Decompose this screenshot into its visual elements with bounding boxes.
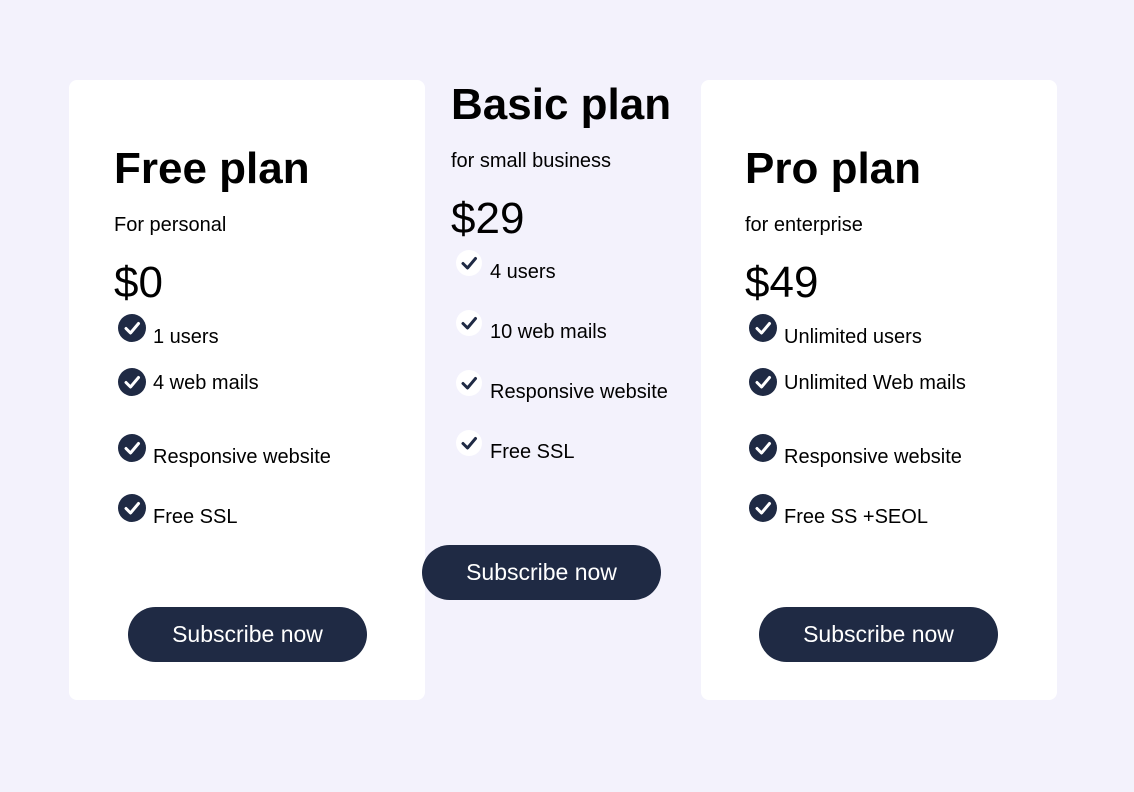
feature-text: 4 web mails	[153, 372, 259, 394]
plan-title: Free plan	[114, 144, 310, 193]
check-circle-icon	[118, 368, 146, 396]
check-circle-icon	[118, 314, 146, 342]
check-circle-icon	[456, 430, 482, 456]
feature-text: 1 users	[153, 326, 219, 348]
check-circle-icon	[118, 434, 146, 462]
feature-text: Free SS +SEOL	[784, 506, 928, 528]
feature-text: Unlimited users	[784, 326, 922, 348]
plan-price: $29	[451, 194, 525, 243]
plan-title: Pro plan	[745, 144, 922, 193]
check-circle-icon	[749, 434, 777, 462]
plan-subtitle: For personal	[114, 214, 227, 236]
plan-content-basic: Basic plan for small business $29 4 user…	[451, 80, 701, 463]
plan-card-pro: Pro plan for enterprise $49 Unlimited us…	[701, 80, 1057, 700]
feature-text: 4 users	[490, 261, 556, 283]
subscribe-button-pro[interactable]: Subscribe now	[759, 607, 998, 662]
plan-subtitle: for small business	[451, 150, 612, 172]
plan-title: Basic plan	[451, 80, 672, 129]
feature-text: Responsive website	[153, 446, 331, 468]
check-circle-icon	[749, 368, 777, 396]
subscribe-button-free[interactable]: Subscribe now	[128, 607, 367, 662]
plan-subtitle: for enterprise	[745, 214, 863, 236]
plan-content-free: Free plan For personal $0 1 users 4 web …	[114, 144, 414, 528]
feature-text: Responsive website	[490, 381, 668, 403]
plan-price: $0	[114, 258, 163, 307]
feature-text: 10 web mails	[490, 321, 607, 343]
check-circle-icon	[456, 250, 482, 276]
check-circle-icon	[118, 494, 146, 522]
feature-text: Free SSL	[490, 441, 575, 463]
subscribe-button-basic[interactable]: Subscribe now	[422, 545, 661, 600]
feature-text: Unlimited Web mails	[784, 372, 966, 394]
check-circle-icon	[456, 310, 482, 336]
check-circle-icon	[749, 494, 777, 522]
feature-text: Free SSL	[153, 506, 238, 528]
feature-text: Responsive website	[784, 446, 962, 468]
plan-price: $49	[745, 258, 819, 307]
plan-card-free: Free plan For personal $0 1 users 4 web …	[69, 80, 425, 700]
check-circle-icon	[456, 370, 482, 396]
plan-content-pro: Pro plan for enterprise $49 Unlimited us…	[745, 144, 1045, 528]
check-circle-icon	[749, 314, 777, 342]
